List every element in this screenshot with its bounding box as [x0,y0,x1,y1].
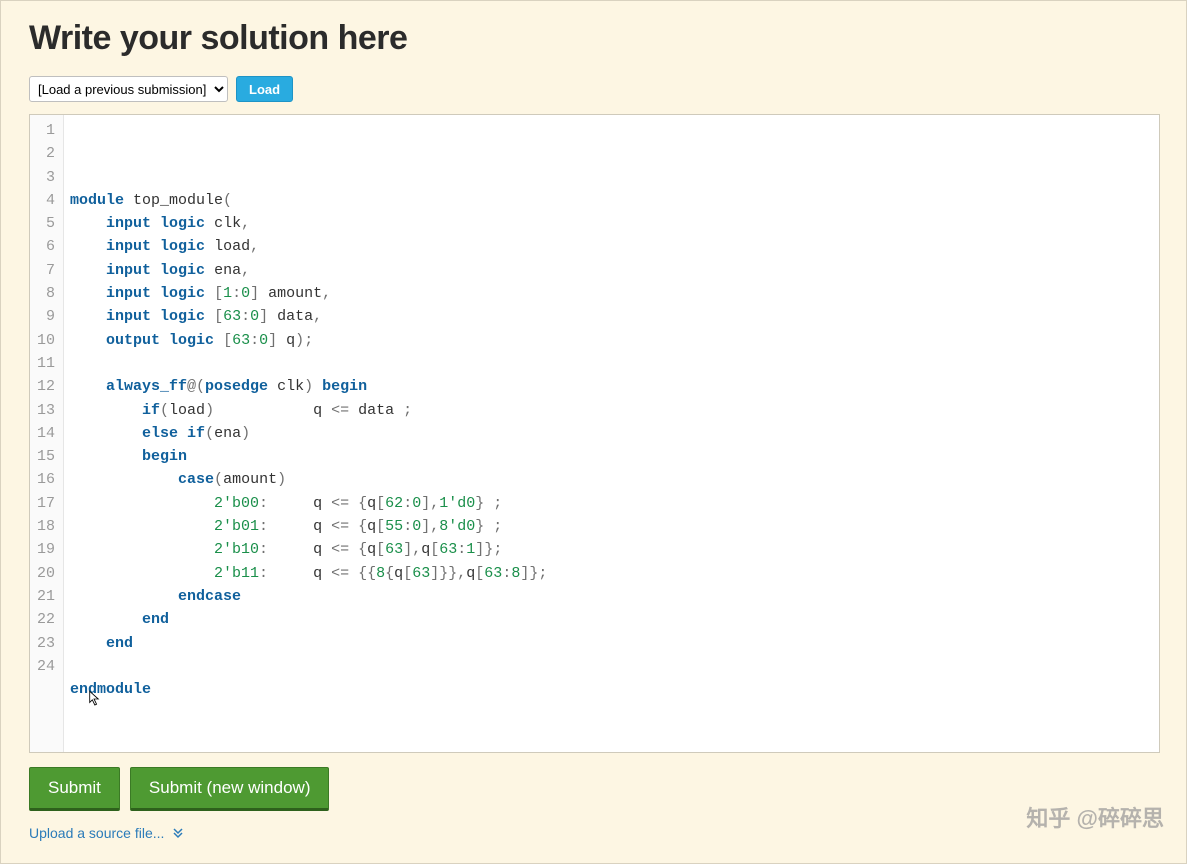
gutter-line: 16 [30,468,55,491]
code-line[interactable]: if(load) q <= data ; [70,399,1159,422]
gutter-line: 15 [30,445,55,468]
submit-button[interactable]: Submit [29,767,120,811]
gutter-line: 19 [30,538,55,561]
code-line[interactable]: case(amount) [70,468,1159,491]
gutter-line: 8 [30,282,55,305]
gutter-line: 20 [30,562,55,585]
editor-gutter: 123456789101112131415161718192021222324 [30,115,64,752]
page-title: Write your solution here [29,19,1158,58]
code-line[interactable]: input logic load, [70,235,1159,258]
code-line[interactable]: input logic [1:0] amount, [70,282,1159,305]
load-button[interactable]: Load [236,76,293,102]
code-editor[interactable]: 123456789101112131415161718192021222324 … [29,114,1160,753]
gutter-line: 2 [30,142,55,165]
editor-row: 123456789101112131415161718192021222324 … [30,115,1159,752]
load-controls: [Load a previous submission] Load [29,76,1158,102]
gutter-line: 10 [30,329,55,352]
upload-source-link[interactable]: Upload a source file... [29,825,184,841]
gutter-line: 14 [30,422,55,445]
gutter-line: 6 [30,235,55,258]
gutter-line: 23 [30,632,55,655]
gutter-line: 18 [30,515,55,538]
code-line[interactable]: input logic ena, [70,259,1159,282]
code-line[interactable] [70,725,1159,748]
gutter-line: 7 [30,259,55,282]
gutter-line: 17 [30,492,55,515]
upload-source-label: Upload a source file... [29,825,164,841]
gutter-line: 1 [30,119,55,142]
gutter-line: 22 [30,608,55,631]
gutter-line: 5 [30,212,55,235]
submit-new-window-button[interactable]: Submit (new window) [130,767,330,811]
gutter-line: 12 [30,375,55,398]
code-line[interactable]: input logic [63:0] data, [70,305,1159,328]
code-line[interactable]: begin [70,445,1159,468]
code-line[interactable]: endmodule [70,678,1159,701]
gutter-line: 21 [30,585,55,608]
previous-submission-select[interactable]: [Load a previous submission] [29,76,228,102]
code-line[interactable] [70,655,1159,678]
code-line[interactable] [70,352,1159,375]
gutter-line: 9 [30,305,55,328]
code-line[interactable]: else if(ena) [70,422,1159,445]
code-line[interactable]: always_ff@(posedge clk) begin [70,375,1159,398]
code-line[interactable]: 2'b01: q <= {q[55:0],8'd0} ; [70,515,1159,538]
gutter-line: 24 [30,655,55,678]
chevron-double-down-icon [172,827,184,839]
code-line[interactable]: output logic [63:0] q); [70,329,1159,352]
code-line[interactable]: end [70,608,1159,631]
code-line[interactable]: 2'b00: q <= {q[62:0],1'd0} ; [70,492,1159,515]
code-line[interactable]: module top_module( [70,189,1159,212]
code-line[interactable]: input logic clk, [70,212,1159,235]
page-inner: Write your solution here [Load a previou… [1,1,1186,863]
page-container: Write your solution here [Load a previou… [0,0,1187,864]
editor-code-area[interactable]: module top_module( input logic clk, inpu… [64,115,1159,752]
code-line[interactable]: 2'b10: q <= {q[63],q[63:1]}; [70,538,1159,561]
submit-row: Submit Submit (new window) [29,767,1158,811]
gutter-line: 13 [30,399,55,422]
gutter-line: 11 [30,352,55,375]
code-line[interactable]: 2'b11: q <= {{8{q[63]}},q[63:8]}; [70,562,1159,585]
code-line[interactable] [70,701,1159,724]
code-line[interactable]: end [70,632,1159,655]
gutter-line: 4 [30,189,55,212]
gutter-line: 3 [30,166,55,189]
code-line[interactable]: endcase [70,585,1159,608]
